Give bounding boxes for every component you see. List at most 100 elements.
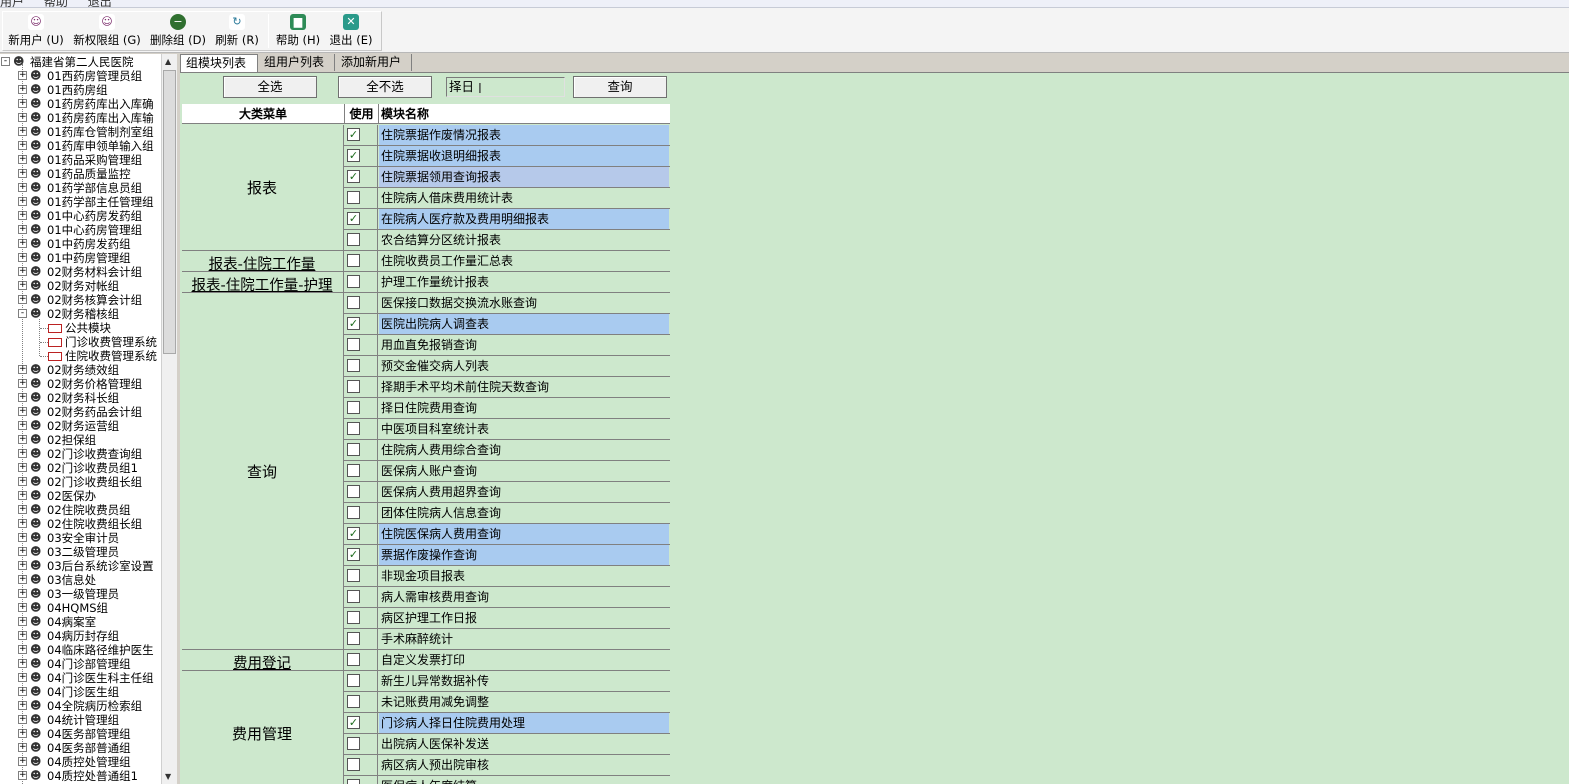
tree-node[interactable]: + ☻ 01药品质量监控 bbox=[0, 167, 161, 181]
collapse-icon[interactable]: - bbox=[18, 309, 27, 318]
tree-node[interactable]: + ☻ 02财务对帐组 bbox=[0, 279, 161, 293]
expand-icon[interactable]: + bbox=[18, 197, 27, 206]
expand-icon[interactable]: + bbox=[18, 589, 27, 598]
menu-exit[interactable]: 退出 bbox=[88, 0, 112, 7]
module-row[interactable]: 非现金项目报表 bbox=[344, 566, 670, 587]
tree-node[interactable]: + ☻ 02财务材料会计组 bbox=[0, 265, 161, 279]
expand-icon[interactable]: + bbox=[18, 141, 27, 150]
module-row[interactable]: ✓ 住院票据作废情况报表 bbox=[344, 125, 670, 146]
module-row[interactable]: ✓ 在院病人医疗款及费用明细报表 bbox=[344, 209, 670, 230]
module-row[interactable]: 住院收费员工作量汇总表 bbox=[344, 251, 670, 272]
module-row[interactable]: 医保接口数据交换流水账查询 bbox=[344, 293, 670, 314]
tree-node[interactable]: + ☻ 01中药房发药组 bbox=[0, 237, 161, 251]
module-row[interactable]: 病人需审核费用查询 bbox=[344, 587, 670, 608]
tree-node[interactable]: + ☻ 04医务部普通组 bbox=[0, 741, 161, 755]
expand-icon[interactable]: + bbox=[18, 603, 27, 612]
expand-icon[interactable]: + bbox=[18, 463, 27, 472]
module-row[interactable]: 中医项目科室统计表 bbox=[344, 419, 670, 440]
use-checkbox[interactable]: ✓ bbox=[347, 212, 360, 225]
tree-node[interactable]: + ☻ 02住院收费组长组 bbox=[0, 517, 161, 531]
module-row[interactable]: ✓ 门诊病人择日住院费用处理 bbox=[344, 713, 670, 734]
module-row[interactable]: 护理工作量统计报表 bbox=[344, 272, 670, 293]
expand-icon[interactable]: + bbox=[18, 617, 27, 626]
expand-icon[interactable]: + bbox=[18, 365, 27, 374]
expand-icon[interactable]: + bbox=[18, 99, 27, 108]
tree-node[interactable]: - ☻ 02财务稽核组 bbox=[0, 307, 161, 321]
expand-icon[interactable]: + bbox=[18, 505, 27, 514]
expand-icon[interactable]: + bbox=[18, 127, 27, 136]
tab-add-user[interactable]: 添加新用户 bbox=[336, 54, 412, 71]
tree-node[interactable]: 住院收费管理系统 bbox=[0, 349, 161, 363]
module-row[interactable]: 病区病人预出院审核 bbox=[344, 755, 670, 776]
module-row[interactable]: ✓ 住院医保病人费用查询 bbox=[344, 524, 670, 545]
expand-icon[interactable]: + bbox=[18, 575, 27, 584]
use-checkbox[interactable] bbox=[347, 590, 360, 603]
exit-button[interactable]: ✕ 退出 (E) bbox=[328, 14, 374, 48]
use-checkbox[interactable] bbox=[347, 443, 360, 456]
module-row[interactable]: ✓ 住院票据领用查询报表 bbox=[344, 167, 670, 188]
use-checkbox[interactable] bbox=[347, 422, 360, 435]
tree-node[interactable]: + ☻ 01中药房管理组 bbox=[0, 251, 161, 265]
expand-icon[interactable]: + bbox=[18, 477, 27, 486]
expand-icon[interactable]: + bbox=[18, 659, 27, 668]
tree-node[interactable]: - ☻ 福建省第二人民医院 bbox=[0, 55, 161, 69]
menu-help[interactable]: 帮助 bbox=[44, 0, 68, 7]
tree-node[interactable]: + ☻ 02门诊收费组长组 bbox=[0, 475, 161, 489]
header-use[interactable]: 使用 bbox=[345, 104, 379, 124]
tree-node[interactable]: + ☻ 01药品采购管理组 bbox=[0, 153, 161, 167]
use-checkbox[interactable] bbox=[347, 296, 360, 309]
expand-icon[interactable]: + bbox=[18, 435, 27, 444]
module-row[interactable]: 自定义发票打印 bbox=[344, 650, 670, 671]
use-checkbox[interactable] bbox=[347, 653, 360, 666]
expand-icon[interactable]: + bbox=[18, 561, 27, 570]
use-checkbox[interactable] bbox=[347, 695, 360, 708]
use-checkbox[interactable]: ✓ bbox=[347, 548, 360, 561]
module-row[interactable]: 出院病人医保补发送 bbox=[344, 734, 670, 755]
tree-node[interactable]: + ☻ 04病历封存组 bbox=[0, 629, 161, 643]
tree-node[interactable]: + ☻ 01药库申领单输入组 bbox=[0, 139, 161, 153]
use-checkbox[interactable] bbox=[347, 632, 360, 645]
use-checkbox[interactable] bbox=[347, 737, 360, 750]
use-checkbox[interactable] bbox=[347, 758, 360, 771]
tree-node[interactable]: + ☻ 02住院收费员组 bbox=[0, 503, 161, 517]
expand-icon[interactable]: + bbox=[18, 295, 27, 304]
help-button[interactable]: ▆ 帮助 (H) bbox=[275, 14, 321, 48]
use-checkbox[interactable] bbox=[347, 191, 360, 204]
expand-icon[interactable]: + bbox=[18, 673, 27, 682]
expand-icon[interactable]: + bbox=[18, 113, 27, 122]
expand-icon[interactable]: + bbox=[18, 687, 27, 696]
tree-node[interactable]: + ☻ 02担保组 bbox=[0, 433, 161, 447]
expand-icon[interactable]: + bbox=[18, 701, 27, 710]
use-checkbox[interactable]: ✓ bbox=[347, 716, 360, 729]
module-row[interactable]: 新生儿异常数据补传 bbox=[344, 671, 670, 692]
group-tree[interactable]: - ☻ 福建省第二人民医院 + ☻ 01西药房管理员组 + ☻ 01西药房组 + ☻ 01药房药库出入… bbox=[0, 54, 161, 784]
tree-node[interactable]: + ☻ 03信息处 bbox=[0, 573, 161, 587]
tree-node[interactable]: + ☻ 04质控处管理组 bbox=[0, 755, 161, 769]
use-checkbox[interactable] bbox=[347, 506, 360, 519]
expand-icon[interactable]: + bbox=[18, 169, 27, 178]
use-checkbox[interactable] bbox=[347, 611, 360, 624]
expand-icon[interactable]: + bbox=[18, 715, 27, 724]
tree-node[interactable]: + ☻ 04质控处普通组1 bbox=[0, 769, 161, 783]
menu-user[interactable]: 用户 bbox=[0, 0, 24, 7]
tree-node[interactable]: + ☻ 04全院病历检索组 bbox=[0, 699, 161, 713]
module-row[interactable]: ✓ 票据作废操作查询 bbox=[344, 545, 670, 566]
module-row[interactable]: 农合结算分区统计报表 bbox=[344, 230, 670, 251]
tree-node[interactable]: + ☻ 04门诊医生科主任组 bbox=[0, 671, 161, 685]
use-checkbox[interactable] bbox=[347, 464, 360, 477]
module-row[interactable]: 用血直免报销查询 bbox=[344, 335, 670, 356]
select-none-button[interactable]: 全不选 bbox=[338, 76, 432, 98]
scroll-thumb[interactable] bbox=[163, 70, 176, 354]
delete-group-button[interactable]: − 删除组 (D) bbox=[149, 14, 207, 48]
tree-node[interactable]: + ☻ 02财务绩效组 bbox=[0, 363, 161, 377]
expand-icon[interactable]: + bbox=[18, 183, 27, 192]
module-row[interactable]: 病区护理工作日报 bbox=[344, 608, 670, 629]
expand-icon[interactable]: + bbox=[18, 281, 27, 290]
tab-group-modules[interactable]: 组模块列表 bbox=[180, 54, 258, 72]
tree-node[interactable]: + ☻ 03安全审计员 bbox=[0, 531, 161, 545]
tree-node[interactable]: + ☻ 04门诊部管理组 bbox=[0, 657, 161, 671]
scroll-up-icon[interactable]: ▲ bbox=[165, 57, 171, 66]
use-checkbox[interactable] bbox=[347, 233, 360, 246]
use-checkbox[interactable] bbox=[347, 380, 360, 393]
use-checkbox[interactable] bbox=[347, 674, 360, 687]
